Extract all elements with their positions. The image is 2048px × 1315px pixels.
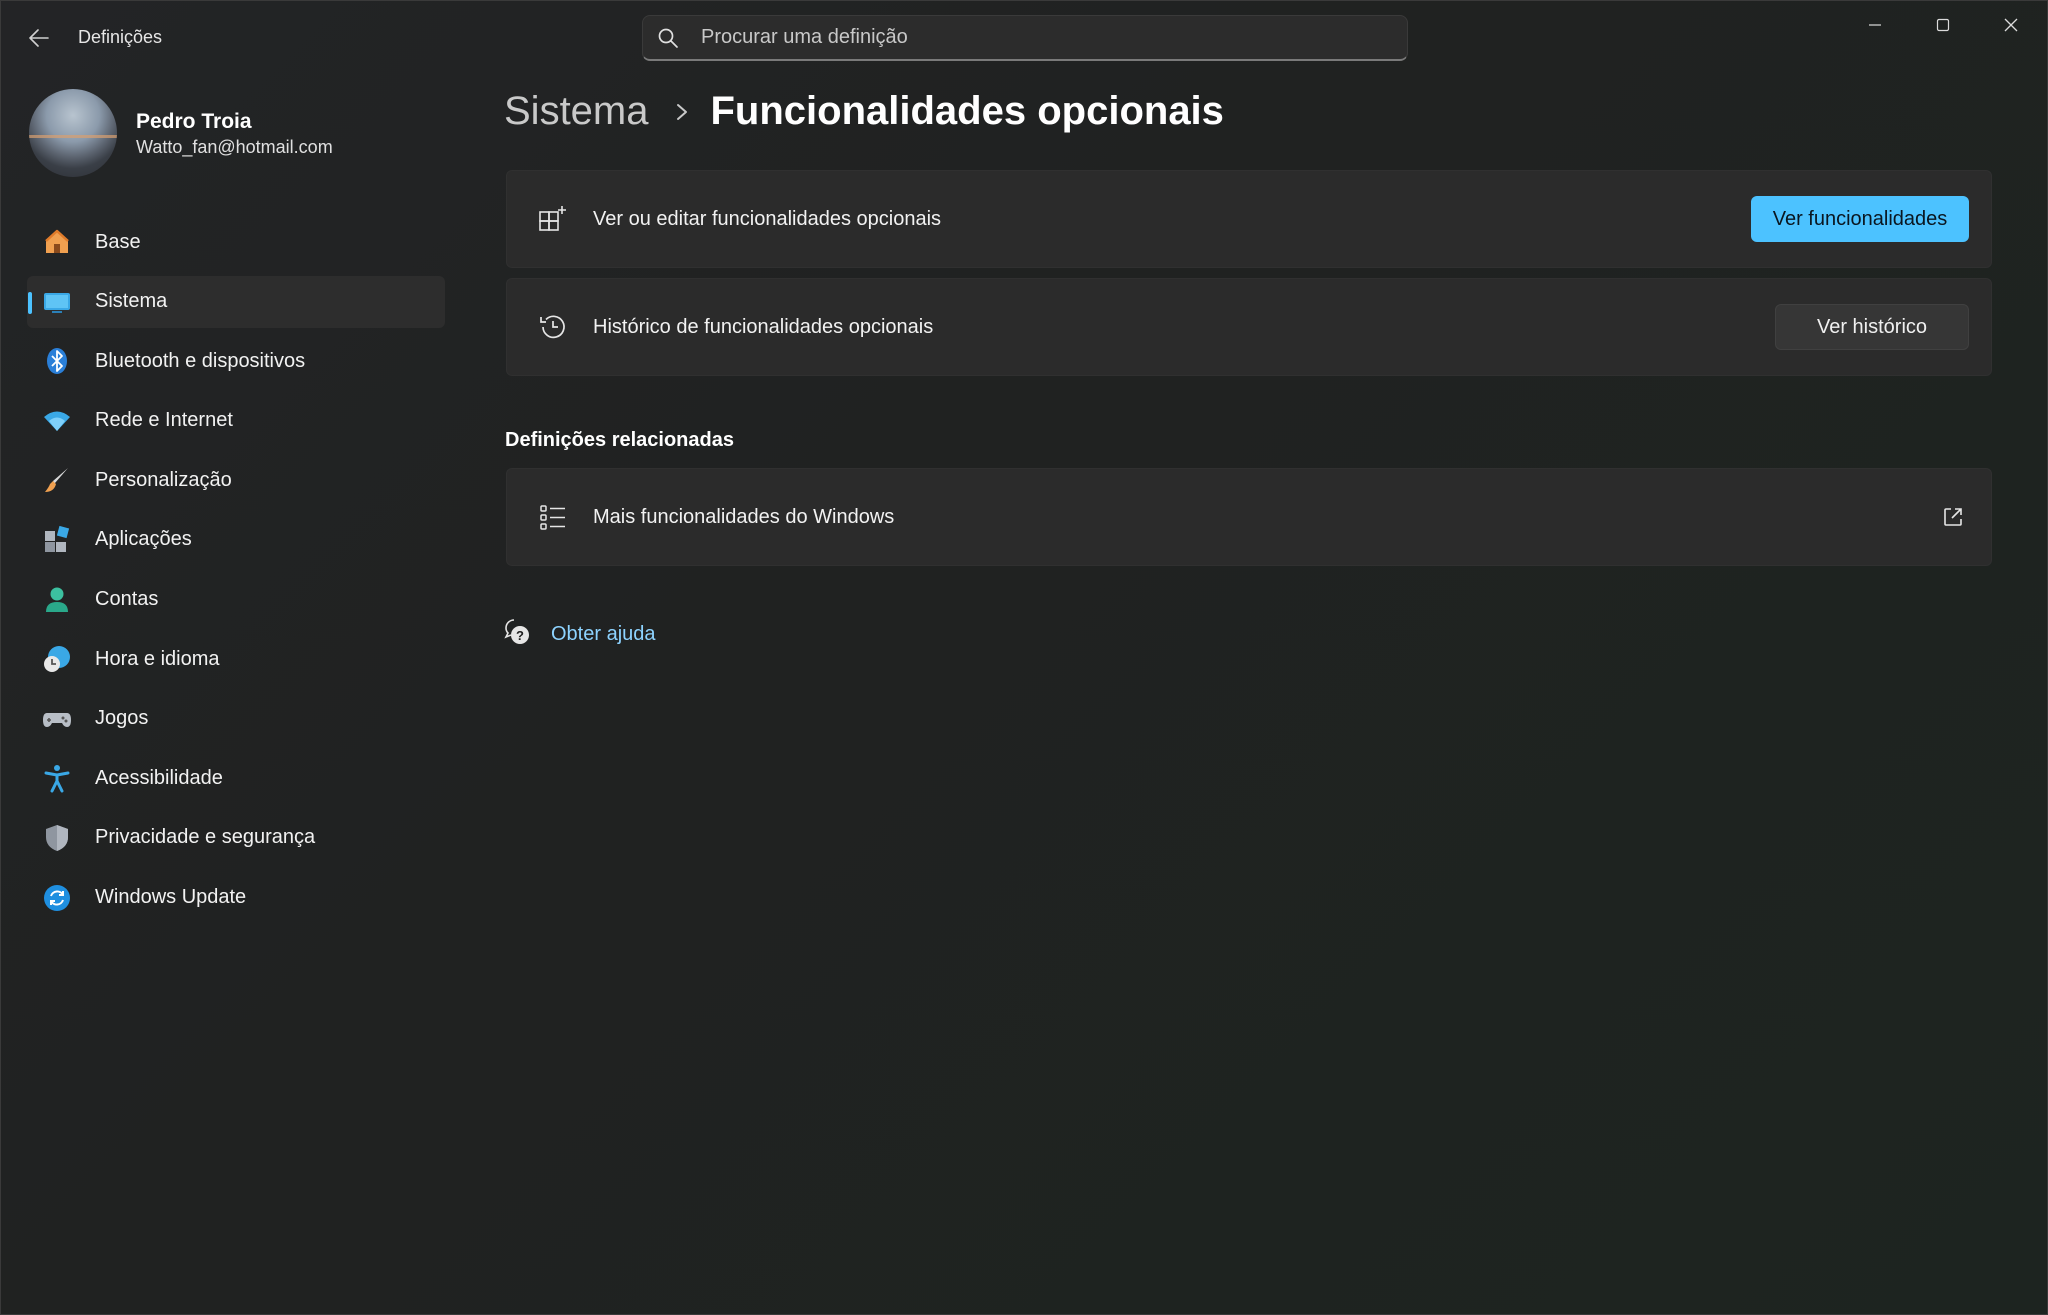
sidebar-item-windows-update[interactable]: Windows Update [27,872,445,924]
sidebar-item-label: Contas [95,588,159,611]
settings-window: Definições Pedro Troia Watto_fan@hotmail… [0,0,2048,1315]
sidebar-item-accessibility[interactable]: Acessibilidade [27,752,445,804]
back-button[interactable] [21,21,57,55]
account-icon [41,584,73,616]
card-label: Mais funcionalidades do Windows [593,505,895,528]
help-chat-icon: ? [503,618,531,651]
add-feature-icon [533,199,573,239]
section-title: Definições relacionadas [505,429,734,451]
maximize-icon [1936,18,1950,32]
sidebar-item-label: Sistema [95,290,168,313]
sidebar-item-label: Windows Update [95,886,247,909]
avatar[interactable] [29,89,117,177]
sidebar-item-privacy[interactable]: Privacidade e segurança [27,812,445,864]
search-box[interactable] [642,15,1408,61]
close-button[interactable] [1977,1,2045,49]
breadcrumb-parent[interactable]: Sistema [504,89,649,134]
minimize-button[interactable] [1841,1,1909,49]
view-features-button[interactable]: Ver funcionalidades [1751,196,1969,242]
list-icon [533,497,573,537]
minimize-icon [1869,24,1881,26]
history-card: Histórico de funcionalidades opcionais V… [506,278,1992,376]
optional-features-card: Ver ou editar funcionalidades opcionais … [506,170,1992,268]
search-icon [657,27,687,49]
sidebar-nav: Base Sistema Bluetooth e dispositivos Re… [27,216,445,931]
history-icon [533,307,573,347]
get-help-link[interactable]: Obter ajuda [551,623,656,646]
sidebar-item-gaming[interactable]: Jogos [27,693,445,745]
update-icon [41,882,73,914]
sidebar-item-network[interactable]: Rede e Internet [27,395,445,447]
sidebar-item-label: Jogos [95,707,149,730]
home-icon [41,226,73,258]
sidebar-item-label: Rede e Internet [95,409,233,432]
user-email: Watto_fan@hotmail.com [136,137,333,157]
gamepad-icon [41,703,73,735]
sidebar-item-label: Bluetooth e dispositivos [95,349,306,372]
more-windows-features-card[interactable]: Mais funcionalidades do Windows [506,468,1992,566]
card-label: Histórico de funcionalidades opcionais [593,315,934,338]
system-display-icon [41,286,73,318]
search-input[interactable] [699,25,1407,50]
sidebar-item-accounts[interactable]: Contas [27,574,445,626]
brush-icon [41,464,73,496]
sidebar-item-sistema[interactable]: Sistema [27,275,445,328]
external-link-icon [1939,503,1967,531]
accessibility-icon [41,762,73,794]
sidebar-item-bluetooth[interactable]: Bluetooth e dispositivos [27,335,445,387]
chevron-right-icon [675,102,689,122]
apps-icon [41,524,73,556]
maximize-button[interactable] [1909,1,1977,49]
wifi-icon [41,405,73,437]
sidebar-item-label: Hora e idioma [95,647,220,670]
sidebar-item-time-language[interactable]: Hora e idioma [27,633,445,685]
sidebar-item-label: Privacidade e segurança [95,826,316,849]
user-name: Pedro Troia [136,110,252,133]
view-history-button[interactable]: Ver histórico [1775,304,1969,350]
sidebar-item-label: Base [95,230,141,253]
shield-icon [41,822,73,854]
sidebar-item-label: Personalização [95,468,232,491]
card-label: Ver ou editar funcionalidades opcionais [593,207,942,230]
sidebar-item-base[interactable]: Base [27,216,445,268]
svg-text:?: ? [516,628,524,643]
sidebar-item-label: Aplicações [95,528,192,551]
bluetooth-icon [41,345,73,377]
time-language-icon [41,643,73,675]
page-title: Funcionalidades opcionais [710,89,1224,133]
close-icon [2004,18,2018,32]
sidebar-item-personalization[interactable]: Personalização [27,454,445,506]
title-bar: Definições [1,1,2047,73]
app-title: Definições [78,27,163,47]
sidebar-item-apps[interactable]: Aplicações [27,514,445,566]
help-section: ? Obter ajuda [503,618,656,651]
breadcrumb: Sistema Funcionalidades opcionais [504,89,1224,134]
back-arrow-icon [29,29,49,47]
sidebar-item-label: Acessibilidade [95,766,223,789]
